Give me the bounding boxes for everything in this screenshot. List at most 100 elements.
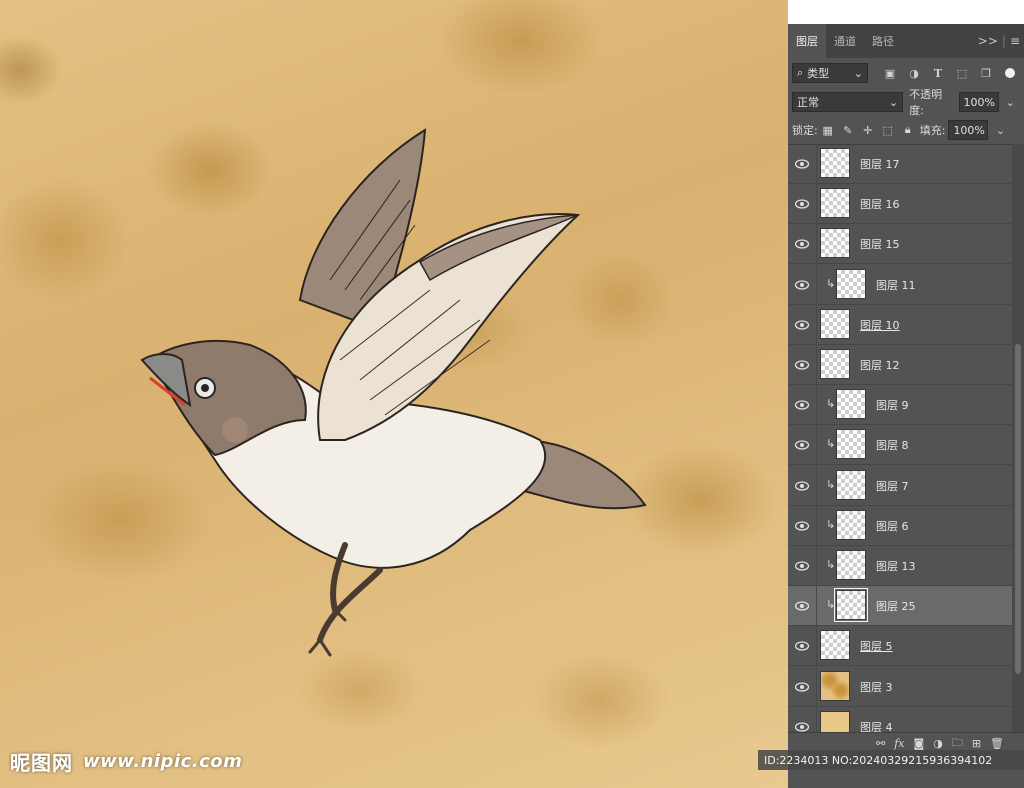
- layer-row[interactable]: ↳ 图层 25: [788, 586, 1012, 627]
- layer-name[interactable]: 图层 17: [860, 156, 900, 172]
- image-filter-icon[interactable]: ▣: [880, 63, 900, 83]
- layer-list-scrollbar[interactable]: [1012, 144, 1024, 732]
- layer-row[interactable]: 图层 4: [788, 706, 1012, 732]
- layer-name[interactable]: 图层 15: [860, 236, 900, 252]
- visibility-eye-icon[interactable]: [794, 719, 810, 732]
- layer-thumbnail[interactable]: [836, 389, 866, 420]
- tab-channels[interactable]: 通道: [826, 24, 864, 58]
- layer-thumbnail[interactable]: [836, 268, 866, 299]
- visibility-eye-icon[interactable]: [794, 196, 810, 212]
- visibility-eye-icon[interactable]: [794, 437, 810, 453]
- layer-name[interactable]: 图层 8: [876, 437, 909, 453]
- layer-thumbnail[interactable]: [820, 228, 850, 259]
- filter-kind-select[interactable]: ⌕ 类型 ⌄: [792, 63, 868, 83]
- layer-row[interactable]: 图层 3: [788, 666, 1012, 707]
- layer-thumbnail[interactable]: [820, 349, 850, 379]
- layer-row[interactable]: 图层 12: [788, 345, 1012, 385]
- layer-row[interactable]: 图层 5: [788, 626, 1012, 667]
- filter-toggle-icon[interactable]: [1000, 63, 1020, 83]
- layer-name[interactable]: 图层 4: [860, 719, 893, 732]
- layer-row[interactable]: ↳ 图层 13: [788, 546, 1012, 586]
- fill-input[interactable]: 100%: [948, 120, 989, 140]
- fill-chevron-icon[interactable]: ⌄: [990, 120, 1010, 140]
- layer-row[interactable]: ↳ 图层 6: [788, 505, 1012, 546]
- layer-list[interactable]: 图层 17 图层 16 图层 15 ↳ 图层 11 图层 10 图层 12 ↳ 图层 9 ↳ 图层 …: [788, 144, 1012, 732]
- panel-tab-bar: 图层 通道 路径 >> | ≡: [788, 24, 1024, 58]
- lock-position-icon[interactable]: ✛: [858, 120, 878, 140]
- lock-image-pixels-icon[interactable]: ✎: [838, 120, 858, 140]
- scroll-thumb[interactable]: [1015, 344, 1021, 674]
- layer-name[interactable]: 图层 9: [876, 397, 909, 413]
- type-filter-icon[interactable]: T: [928, 63, 948, 83]
- layer-thumbnail[interactable]: [836, 429, 866, 460]
- layer-row[interactable]: 图层 10: [788, 304, 1012, 345]
- clipping-mask-icon: ↳: [826, 558, 836, 571]
- visibility-eye-icon[interactable]: [794, 679, 810, 695]
- visibility-eye-icon[interactable]: [794, 558, 810, 574]
- opacity-input[interactable]: 100%: [958, 92, 999, 112]
- blend-mode-select[interactable]: 正常 ⌄: [792, 92, 904, 112]
- tab-paths[interactable]: 路径: [864, 24, 902, 58]
- adjustment-filter-icon[interactable]: ◑: [904, 63, 924, 83]
- visibility-eye-icon[interactable]: [794, 277, 810, 293]
- eye-column-divider: [816, 144, 817, 184]
- tab-layers[interactable]: 图层: [788, 24, 826, 58]
- prevent-autonest-icon[interactable]: ⬚: [878, 120, 898, 140]
- new-layer-icon[interactable]: ⊞: [972, 737, 981, 750]
- layer-thumbnail[interactable]: [820, 670, 850, 701]
- layer-name[interactable]: 图层 25: [876, 598, 916, 614]
- layer-row[interactable]: 图层 17: [788, 144, 1012, 184]
- canvas-artwork[interactable]: 昵图网 www.nipic.com: [0, 0, 788, 788]
- layer-name[interactable]: 图层 5: [860, 638, 893, 654]
- visibility-eye-icon[interactable]: [794, 397, 810, 413]
- opacity-chevron-icon[interactable]: ⌄: [1001, 92, 1020, 112]
- visibility-eye-icon[interactable]: [794, 478, 810, 494]
- adjustment-layer-icon[interactable]: ◑: [933, 737, 943, 750]
- layer-name[interactable]: 图层 7: [876, 478, 909, 494]
- eye-column-divider: [816, 184, 817, 225]
- smart-object-filter-icon[interactable]: ❐: [976, 63, 996, 83]
- shape-filter-icon[interactable]: ⬚: [952, 63, 972, 83]
- add-mask-icon[interactable]: ◙: [914, 737, 925, 750]
- tab-layers-label: 图层: [796, 35, 818, 48]
- fx-icon[interactable]: fx: [894, 737, 904, 750]
- visibility-eye-icon[interactable]: [794, 236, 810, 252]
- delete-layer-icon[interactable]: 🗑︎: [990, 737, 1004, 750]
- clipping-mask-icon: ↳: [826, 437, 836, 451]
- visibility-eye-icon[interactable]: [794, 317, 810, 333]
- layer-thumbnail[interactable]: [820, 188, 850, 219]
- layer-name[interactable]: 图层 16: [860, 196, 900, 212]
- layer-row[interactable]: ↳ 图层 8: [788, 425, 1012, 466]
- layer-thumbnail[interactable]: [834, 588, 868, 623]
- layer-thumbnail[interactable]: [836, 550, 866, 580]
- layer-name[interactable]: 图层 6: [876, 518, 909, 534]
- link-layers-icon[interactable]: ⚯: [876, 737, 885, 750]
- collapse-panel-icon[interactable]: >>: [978, 34, 998, 48]
- layer-name[interactable]: 图层 11: [876, 277, 916, 293]
- layer-thumbnail[interactable]: [820, 710, 850, 732]
- lock-transparent-pixels-icon[interactable]: ▦: [818, 120, 838, 140]
- layer-name[interactable]: 图层 12: [860, 357, 900, 373]
- layer-thumbnail[interactable]: [836, 509, 866, 540]
- layer-row[interactable]: 图层 16: [788, 184, 1012, 225]
- layer-thumbnail[interactable]: [820, 148, 850, 178]
- layer-thumbnail[interactable]: [836, 469, 866, 500]
- visibility-eye-icon[interactable]: [794, 156, 810, 172]
- layer-name[interactable]: 图层 10: [860, 317, 900, 333]
- layer-thumbnail[interactable]: [820, 308, 850, 339]
- lock-all-icon[interactable]: 🔒︎: [898, 120, 918, 140]
- panel-menu-icon[interactable]: ≡: [1010, 34, 1020, 48]
- layer-name[interactable]: 图层 13: [876, 558, 916, 574]
- layer-row[interactable]: ↳ 图层 11: [788, 264, 1012, 305]
- layer-row[interactable]: ↳ 图层 9: [788, 385, 1012, 426]
- tab-paths-label: 路径: [872, 35, 894, 48]
- visibility-eye-icon[interactable]: [794, 357, 810, 373]
- visibility-eye-icon[interactable]: [794, 598, 810, 614]
- visibility-eye-icon[interactable]: [794, 518, 810, 534]
- layer-name[interactable]: 图层 3: [860, 679, 893, 695]
- visibility-eye-icon[interactable]: [794, 638, 810, 654]
- layer-thumbnail[interactable]: [820, 630, 850, 661]
- layer-row[interactable]: ↳ 图层 7: [788, 465, 1012, 506]
- layer-row[interactable]: 图层 15: [788, 224, 1012, 265]
- clipping-mask-icon: ↳: [826, 477, 836, 491]
